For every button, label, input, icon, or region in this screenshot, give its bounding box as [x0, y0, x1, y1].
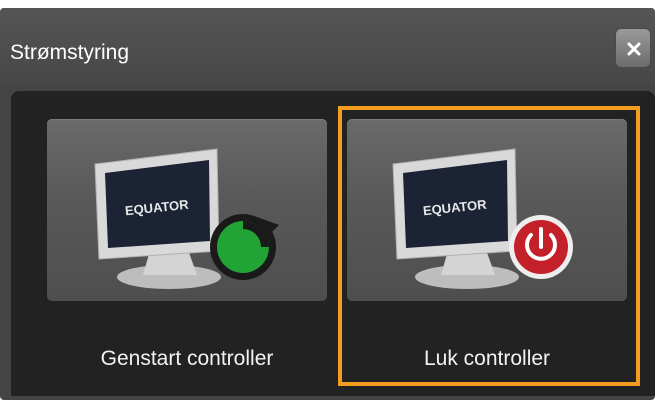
- shutdown-controller-icon: EQUATOR: [392, 148, 573, 289]
- shutdown-controller-button[interactable]: EQUATOR Luk controller: [347, 109, 627, 391]
- options-panel: EQUATOR Genstart controller EQUATOR Luk …: [11, 91, 655, 396]
- restart-tile[interactable]: EQUATOR: [47, 119, 327, 301]
- dialog-title-bar: Strømstyring: [0, 8, 655, 84]
- restart-controller-label: Genstart controller: [100, 347, 274, 370]
- close-icon: [627, 42, 641, 56]
- close-button[interactable]: [615, 28, 651, 68]
- power-control-dialog: Strømstyring EQUATOR Genstart controller…: [0, 8, 655, 400]
- shutdown-controller-label: Luk controller: [423, 347, 551, 370]
- restart-controller-icon: EQUATOR: [94, 148, 279, 289]
- restart-controller-button[interactable]: EQUATOR Genstart controller: [47, 109, 327, 391]
- dialog-title: Strømstyring: [10, 41, 130, 64]
- shutdown-tile[interactable]: EQUATOR: [347, 119, 627, 301]
